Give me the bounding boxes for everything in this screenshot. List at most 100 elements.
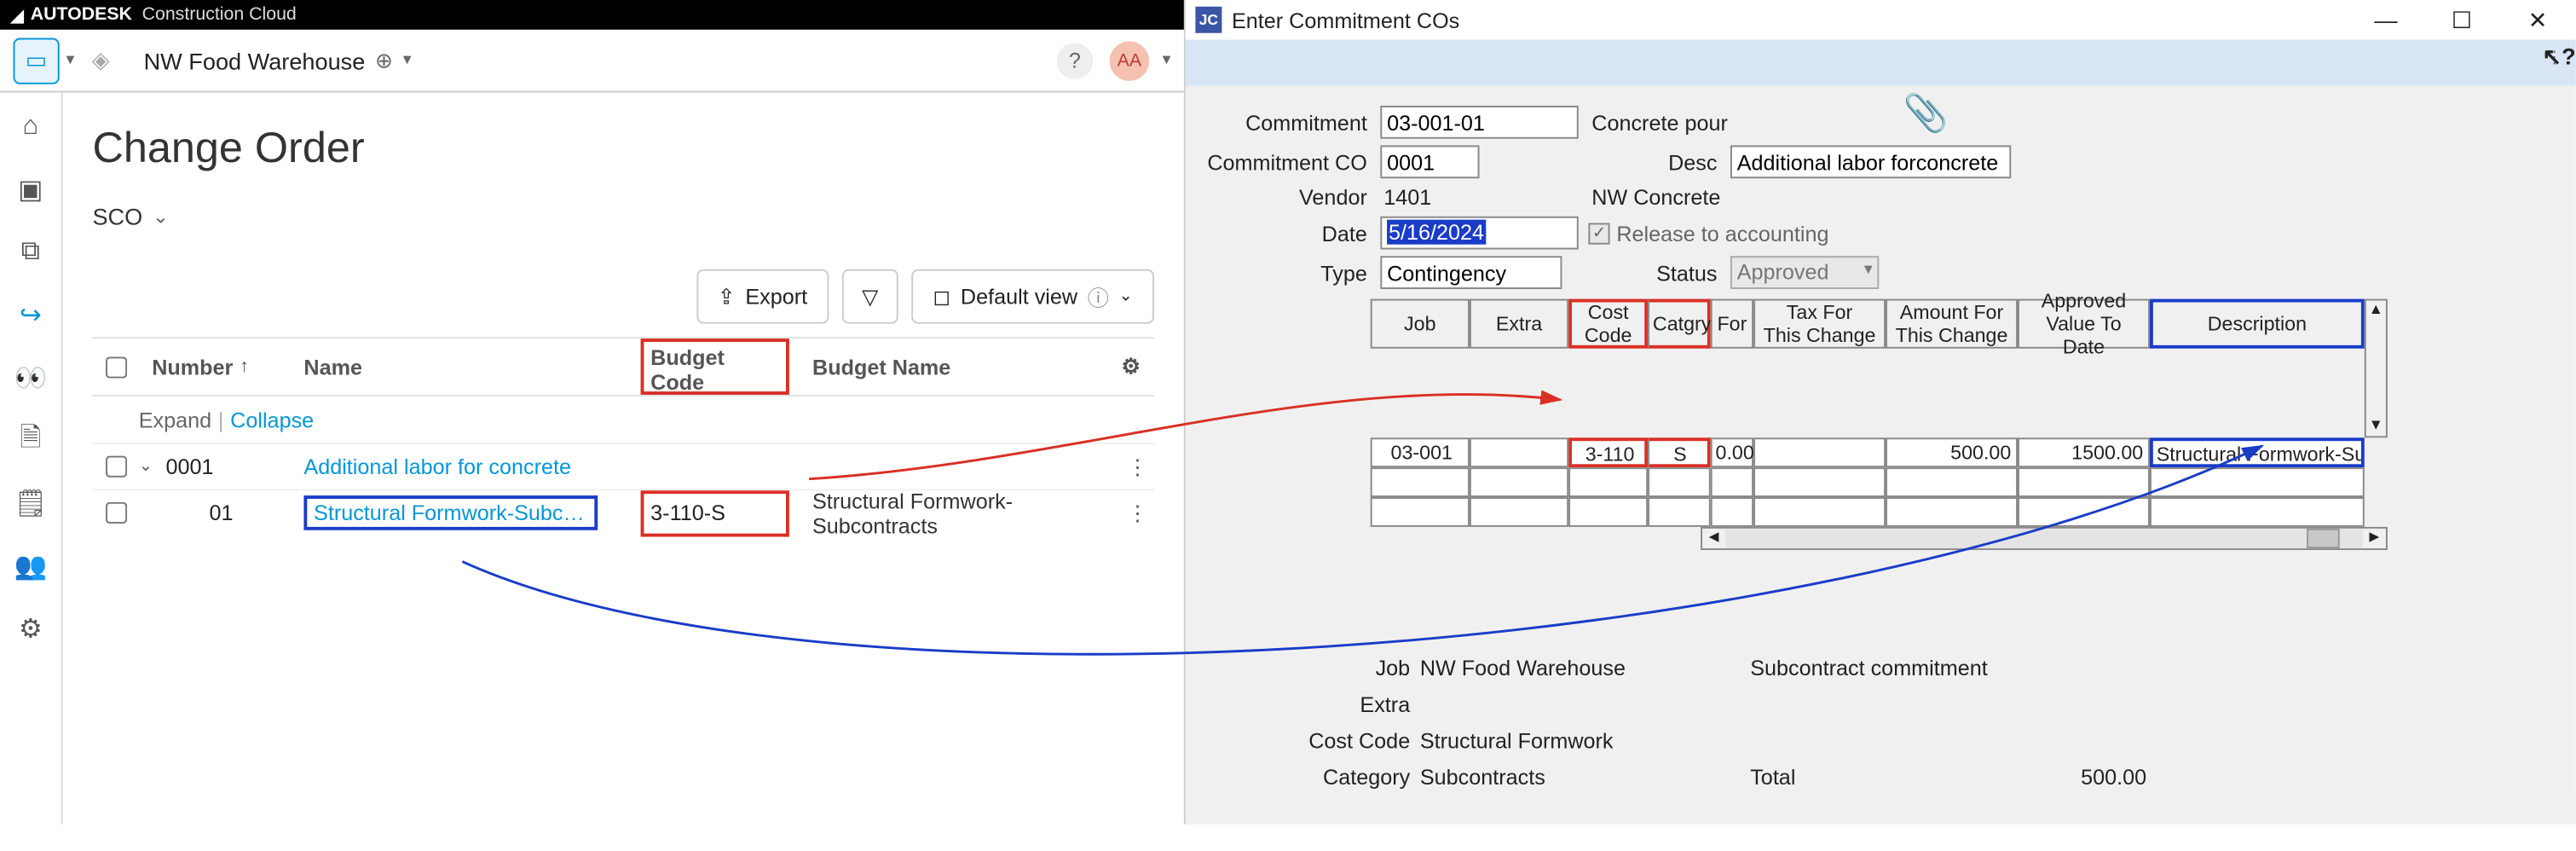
avatar-dropdown-arrow[interactable]: ▾ [1163,51,1171,69]
co-input[interactable] [1380,145,1479,178]
row-menu-icon[interactable]: ⋮ [1121,500,1154,526]
nav-camera-icon[interactable]: ▣ [13,171,49,208]
sum-total-label: Total [1750,764,2014,789]
side-nav: ⌂ ▣ ⧉ ↪ 👀 🗎 🗒 👥 ⚙ [0,92,63,824]
sum-job-val: NW Food Warehouse [1420,655,1750,680]
row-menu-icon[interactable]: ⋮ [1121,454,1154,480]
col-name[interactable]: Name [303,354,633,379]
cell-job[interactable]: 03-001 [1371,437,1470,467]
cell-amount[interactable]: 500.00 [1886,437,2018,467]
vendor-value: 1401 [1380,185,1578,210]
type-input[interactable] [1380,256,1562,289]
export-label: Export [745,284,807,309]
sco-selector[interactable]: SCO ⌄ [92,203,1153,229]
cell-cost-code[interactable]: 3-110 [1568,437,1648,467]
sum-cat-val: Subcontracts [1420,764,1750,789]
chevron-down-icon[interactable]: ▾ [66,51,74,69]
status-label: Status [1588,260,1720,285]
attachment-icon[interactable]: 📎 [1903,92,1949,135]
table-header: Number ↑ Name Budget Code Budget Name ⚙ [92,337,1153,397]
globe-icon[interactable]: ⊕ [375,47,393,73]
nav-home-icon[interactable]: ⌂ [13,109,49,146]
sum-job-label: Job [1288,655,1420,680]
item-name[interactable]: Structural Formwork-Subcontr... [303,495,598,530]
col-category[interactable]: Catgry [1648,299,1711,349]
release-checkbox-row[interactable]: ✓ Release to accounting [1588,221,2060,246]
col-tax[interactable]: Tax For This Change [1753,299,1886,349]
select-all-checkbox[interactable] [105,356,126,377]
cell-tax[interactable] [1753,437,1886,467]
horizontal-scrollbar[interactable]: ◄ ► [1701,527,2388,550]
layers-icon[interactable]: ◈ [78,38,124,84]
help-button[interactable]: ? [1057,42,1094,78]
grid-empty-row[interactable] [1371,467,2556,497]
vertical-scrollbar[interactable]: ▲ ▼ [2365,299,2388,438]
cell-approved[interactable]: 1500.00 [2018,437,2150,467]
cell-description[interactable]: Structural Formwork-Subc [2150,437,2365,467]
project-name[interactable]: NW Food Warehouse [144,47,366,73]
nav-settings-icon[interactable]: ⚙ [13,611,49,648]
col-approved[interactable]: Approved Value To Date [2018,299,2150,349]
dialog-title: Enter Commitment COs [1232,8,1459,32]
item-budget-name: Structural Formwork-Subcontracts [796,488,1122,537]
summary-area: Job NW Food Warehouse Subcontract commit… [1288,649,2556,794]
close-button[interactable]: ✕ [2500,0,2576,39]
commitment-input[interactable] [1380,106,1578,139]
nav-document-icon[interactable]: 🗎 [13,423,49,460]
info-icon: ⓘ [1088,281,1109,312]
filter-button[interactable]: ▽ [842,269,898,324]
nav-screen-icon[interactable]: ⧉ [13,234,49,271]
app-icon-btn[interactable]: ▭ [13,38,59,84]
cell-for[interactable]: 0.00 [1711,437,1753,467]
autodesk-logo-icon: ◢ [10,4,24,26]
cell-extra[interactable] [1470,437,1568,467]
help-cursor-icon[interactable]: ↖? [2542,43,2575,71]
nav-binoculars-icon[interactable]: 👀 [13,360,49,397]
group-name[interactable]: Additional labor for concrete [303,454,633,479]
nav-clipboard-icon[interactable]: 🗒 [13,485,49,522]
app-bar: ▭ ▾ ◈ NW Food Warehouse ⊕ ▾ ? AA ▾ [0,30,1184,93]
col-budget-name[interactable]: Budget Name [796,354,1108,379]
sum-extra-label: Extra [1288,692,1420,716]
col-budget-code[interactable]: Budget Code [641,339,789,395]
chevron-down-icon: ⌄ [1119,287,1133,305]
group-row[interactable]: ⌄ 0001 Additional labor for concrete ⋮ [92,443,1153,489]
col-job[interactable]: Job [1371,299,1470,349]
chevron-down-icon[interactable]: ⌄ [139,458,153,476]
commitment-desc: Concrete pour [1588,110,2060,135]
page-title: Change Order [92,122,1153,173]
col-amount[interactable]: Amount For This Change [1886,299,2018,349]
col-for[interactable]: For [1711,299,1753,349]
row-checkbox[interactable] [105,502,126,524]
sum-cc-label: Cost Code [1288,727,1420,752]
bookmark-icon: ◻ [933,283,950,310]
item-budget-code: 3-110-S [641,489,789,535]
nav-people-icon[interactable]: 👥 [13,548,49,585]
item-row[interactable]: 01 Structural Formwork-Subcontr... 3-110… [92,489,1153,535]
table-settings-icon[interactable]: ⚙ [1108,354,1154,380]
nav-export-icon[interactable]: ↪ [13,298,49,334]
project-dropdown-arrow[interactable]: ▾ [403,51,412,69]
col-extra[interactable]: Extra [1470,299,1568,349]
maximize-button[interactable]: ☐ [2424,0,2500,39]
grid-data-row[interactable]: 03-001 3-110 S 0.00 500.00 1500.00 Struc… [1371,437,2556,467]
col-cost-code[interactable]: Cost Code [1568,299,1648,349]
date-input[interactable]: 5/16/2024 [1380,217,1578,250]
col-number[interactable]: Number [152,354,233,379]
grid-empty-row[interactable] [1371,497,2556,527]
export-button[interactable]: ⇪ Export [696,269,829,324]
row-checkbox[interactable] [105,456,126,478]
group-number: 0001 [165,454,213,479]
cell-category[interactable]: S [1648,437,1711,467]
desc-input[interactable] [1730,145,2011,178]
expand-button[interactable]: Expand [139,407,211,431]
collapse-button[interactable]: Collapse [230,407,314,431]
item-number: 01 [210,501,234,525]
user-avatar[interactable]: AA [1110,40,1149,79]
status-select[interactable]: Approved [1730,256,1879,289]
sort-asc-icon[interactable]: ↑ [240,356,249,376]
minimize-button[interactable]: — [2348,0,2423,39]
chevron-down-icon: ⌄ [153,205,169,228]
col-description[interactable]: Description [2150,299,2365,349]
default-view-button[interactable]: ◻ Default view ⓘ ⌄ [911,269,1154,324]
